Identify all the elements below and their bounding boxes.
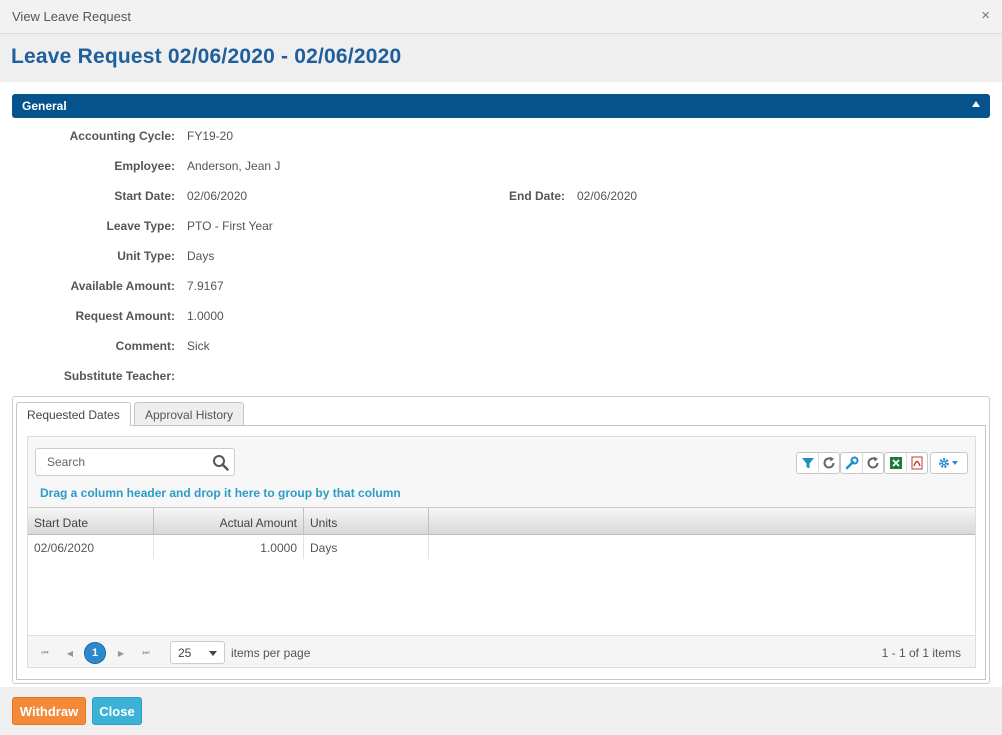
page-title: Leave Request 02/06/2020 - 02/06/2020 xyxy=(11,45,402,68)
page-number-current[interactable]: 1 xyxy=(84,642,106,664)
excel-icon xyxy=(889,457,902,469)
field-label: Substitute Teacher: xyxy=(63,369,175,383)
filter-button[interactable] xyxy=(797,453,818,473)
field-available-amount: Available Amount: 7.9167 xyxy=(0,279,600,295)
column-header-actual-amount[interactable]: Actual Amount xyxy=(154,508,304,535)
column-header-start-date[interactable]: Start Date xyxy=(28,508,154,535)
dialog-footer: Withdraw Close xyxy=(0,687,1002,735)
field-label: Available Amount: xyxy=(70,279,175,293)
page-size-select[interactable]: 25 xyxy=(170,641,225,664)
column-settings-button[interactable] xyxy=(841,453,862,473)
column-tools xyxy=(840,452,884,474)
cell-actual-amount: 1.0000 xyxy=(154,535,304,559)
field-substitute-teacher: Substitute Teacher: xyxy=(0,369,600,385)
settings-menu-button[interactable] xyxy=(931,453,967,473)
cell-units: Days xyxy=(304,535,429,559)
export-pdf-button[interactable] xyxy=(906,453,927,473)
field-value: 1.0000 xyxy=(187,309,224,323)
search-icon[interactable] xyxy=(212,454,229,471)
requested-dates-grid: Drag a column header and drop it here to… xyxy=(27,436,976,668)
pager-info: 1 - 1 of 1 items xyxy=(881,646,961,660)
prev-page-icon[interactable]: ◀ xyxy=(59,642,81,664)
field-accounting-cycle: Accounting Cycle: FY19-20 xyxy=(0,129,600,145)
field-value: Anderson, Jean J xyxy=(187,159,281,173)
dialog-titlebar: View Leave Request × xyxy=(0,0,1002,34)
gear-icon xyxy=(939,458,958,468)
pdf-icon xyxy=(911,456,923,470)
field-value: 02/06/2020 xyxy=(187,189,248,203)
close-button[interactable]: Close xyxy=(92,697,142,725)
search-input[interactable] xyxy=(37,450,207,474)
field-comment: Comment: Sick xyxy=(0,339,600,355)
field-start-date: Start Date: 02/06/2020 End Date: 02/06/2… xyxy=(0,189,1002,205)
field-value: 7.9167 xyxy=(187,279,224,293)
field-label-end-date: End Date: xyxy=(508,189,565,203)
section-title: General xyxy=(22,99,67,113)
field-label: Unit Type: xyxy=(117,249,175,263)
field-label: Employee: xyxy=(114,159,175,173)
grid-body: 02/06/2020 1.0000 Days xyxy=(28,535,975,635)
grid-header: Start Date Actual Amount Units xyxy=(28,507,975,535)
search-box xyxy=(35,448,235,476)
grid-pager: ⏮ ◀ 1 ▶ ⏭ 25 items per page 1 - 1 of 1 i… xyxy=(28,635,975,667)
field-value: Sick xyxy=(187,339,210,353)
reset-columns-button[interactable] xyxy=(862,453,883,473)
reset-filter-button[interactable] xyxy=(818,453,839,473)
field-request-amount: Request Amount: 1.0000 xyxy=(0,309,600,325)
column-header-units[interactable]: Units xyxy=(304,508,429,535)
settings-tools xyxy=(930,452,968,474)
field-label: Leave Type: xyxy=(106,219,175,233)
first-page-icon[interactable]: ⏮ xyxy=(34,642,56,664)
field-label: Accounting Cycle: xyxy=(69,129,175,143)
last-page-icon[interactable]: ⏭ xyxy=(135,642,157,664)
section-general-header[interactable]: General xyxy=(12,94,990,118)
items-per-page-label: items per page xyxy=(231,646,311,660)
field-value-end-date: 02/06/2020 xyxy=(577,189,638,203)
next-page-icon[interactable]: ▶ xyxy=(110,642,132,664)
field-label: Start Date: xyxy=(114,189,175,203)
export-excel-button[interactable] xyxy=(885,453,906,473)
refresh-icon xyxy=(823,456,835,469)
filter-tools xyxy=(796,452,840,474)
field-label: Comment: xyxy=(115,339,175,353)
tab-requested-dates[interactable]: Requested Dates xyxy=(16,402,131,426)
collapse-caret-icon[interactable] xyxy=(972,101,980,107)
field-value: PTO - First Year xyxy=(187,219,273,233)
grid-toolbar: Drag a column header and drop it here to… xyxy=(28,437,975,507)
tabstrip: Requested Dates Approval History Drag a … xyxy=(12,396,990,684)
field-leave-type: Leave Type: PTO - First Year xyxy=(0,219,600,235)
tab-panel-requested-dates: Drag a column header and drop it here to… xyxy=(16,425,986,680)
field-label: Request Amount: xyxy=(75,309,175,323)
field-unit-type: Unit Type: Days xyxy=(0,249,600,265)
header-band: Leave Request 02/06/2020 - 02/06/2020 xyxy=(0,34,1002,82)
field-employee: Employee: Anderson, Jean J xyxy=(0,159,600,175)
cell-start-date: 02/06/2020 xyxy=(28,535,154,559)
field-value: Days xyxy=(187,249,215,263)
export-tools xyxy=(884,452,928,474)
dialog-title: View Leave Request xyxy=(12,9,132,24)
field-value: FY19-20 xyxy=(187,129,234,143)
wrench-icon xyxy=(845,456,858,470)
filter-icon xyxy=(801,458,814,469)
chevron-down-icon xyxy=(209,651,217,656)
refresh-icon xyxy=(867,456,879,469)
tab-approval-history[interactable]: Approval History xyxy=(134,402,245,425)
withdraw-button[interactable]: Withdraw xyxy=(12,697,86,725)
table-row[interactable]: 02/06/2020 1.0000 Days xyxy=(28,535,975,559)
close-icon[interactable]: × xyxy=(981,8,990,24)
page-size-value: 25 xyxy=(178,646,192,660)
group-drop-hint: Drag a column header and drop it here to… xyxy=(40,486,401,500)
